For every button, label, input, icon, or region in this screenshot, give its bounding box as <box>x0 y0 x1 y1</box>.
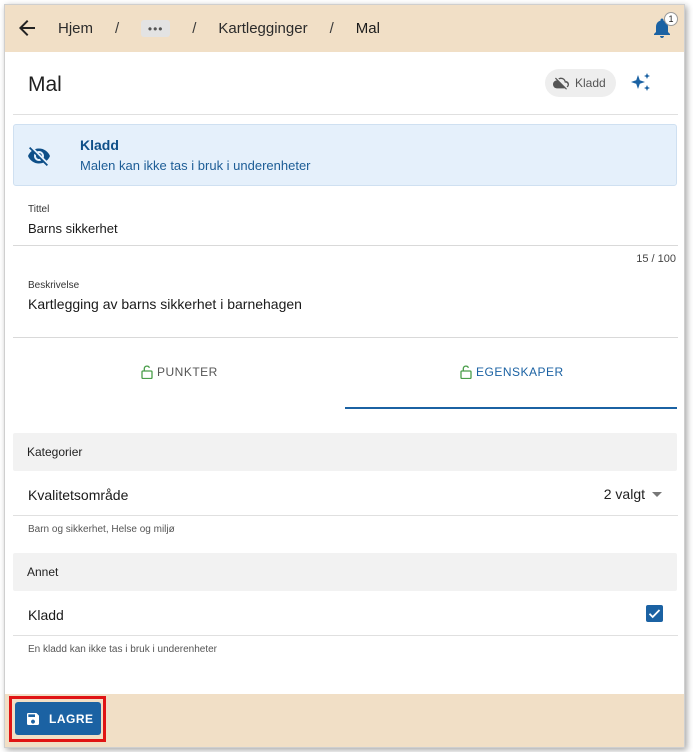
checkmark-icon <box>648 609 661 619</box>
save-icon <box>27 712 39 725</box>
divider <box>13 337 678 338</box>
breadcrumb-home[interactable]: Hjem <box>58 20 93 37</box>
kvalitetsomrade-helper: Barn og sikkerhet, Helse og miljø <box>28 524 175 535</box>
title-field-label: Tittel <box>28 204 50 215</box>
divider <box>13 515 678 516</box>
alert-title: Kladd <box>80 137 119 153</box>
unlock-icon <box>460 365 472 379</box>
divider <box>13 114 678 115</box>
breadcrumb-separator: / <box>329 20 334 37</box>
tab-punkter[interactable]: PUNKTER <box>141 365 218 379</box>
dropdown-caret-icon <box>652 491 662 497</box>
alert-message: Malen kan ikke tas i bruk i underenheter <box>80 158 311 173</box>
top-bar: Hjem / ••• / Kartlegginger / Mal 1 <box>5 5 684 52</box>
kvalitetsomrade-label: Kvalitetsområde <box>28 487 129 503</box>
app-window: Hjem / ••• / Kartlegginger / Mal 1 Mal K… <box>4 4 685 748</box>
kladd-label: Kladd <box>28 607 64 623</box>
breadcrumb-current: Mal <box>355 20 380 37</box>
kladd-checkbox[interactable] <box>646 605 663 622</box>
notifications-bell-icon[interactable]: 1 <box>650 12 678 40</box>
status-chip: Kladd <box>545 69 616 97</box>
description-field-label: Beskrivelse <box>28 280 80 291</box>
kvalitetsomrade-select[interactable]: 2 valgt <box>604 486 662 502</box>
title-field[interactable]: Barns sikkerhet <box>28 221 118 236</box>
breadcrumb-separator: / <box>192 20 197 37</box>
draft-alert: Kladd Malen kan ikke tas i bruk i undere… <box>13 124 677 186</box>
sparkle-ai-icon[interactable] <box>629 71 653 95</box>
divider <box>13 635 678 636</box>
select-value: 2 valgt <box>603 486 645 502</box>
cloud-off-icon <box>553 77 569 90</box>
breadcrumb: Hjem / ••• / Kartlegginger / Mal <box>58 5 380 52</box>
tab-punkter-label: PUNKTER <box>157 365 218 379</box>
tab-egenskaper[interactable]: EGENSKAPER <box>460 365 564 379</box>
title-char-counter: 15 / 100 <box>636 253 676 265</box>
breadcrumb-kartlegginger[interactable]: Kartlegginger <box>218 20 307 37</box>
section-title: Kategorier <box>27 445 83 459</box>
page-title: Mal <box>28 73 62 96</box>
save-button[interactable]: LAGRE <box>15 702 101 735</box>
kladd-helper: En kladd kan ikke tas i bruk i underenhe… <box>28 644 217 655</box>
title-field-underline <box>13 245 678 246</box>
section-title: Annet <box>27 565 59 579</box>
tab-egenskaper-label: EGENSKAPER <box>476 365 564 379</box>
description-field[interactable]: Kartlegging av barns sikkerhet i barneha… <box>28 296 302 312</box>
back-arrow-icon[interactable] <box>15 16 39 40</box>
unlock-icon <box>141 365 153 379</box>
section-header-annet: Annet <box>13 553 677 591</box>
active-tab-indicator <box>345 407 677 409</box>
status-chip-label: Kladd <box>575 76 606 90</box>
breadcrumb-ellipsis-button[interactable]: ••• <box>141 20 171 37</box>
notification-badge: 1 <box>664 12 678 26</box>
save-button-label: LAGRE <box>49 711 94 726</box>
visibility-off-icon <box>27 144 51 168</box>
section-header-kategorier: Kategorier <box>13 433 677 471</box>
footer-bar <box>5 694 684 747</box>
breadcrumb-separator: / <box>115 20 120 37</box>
